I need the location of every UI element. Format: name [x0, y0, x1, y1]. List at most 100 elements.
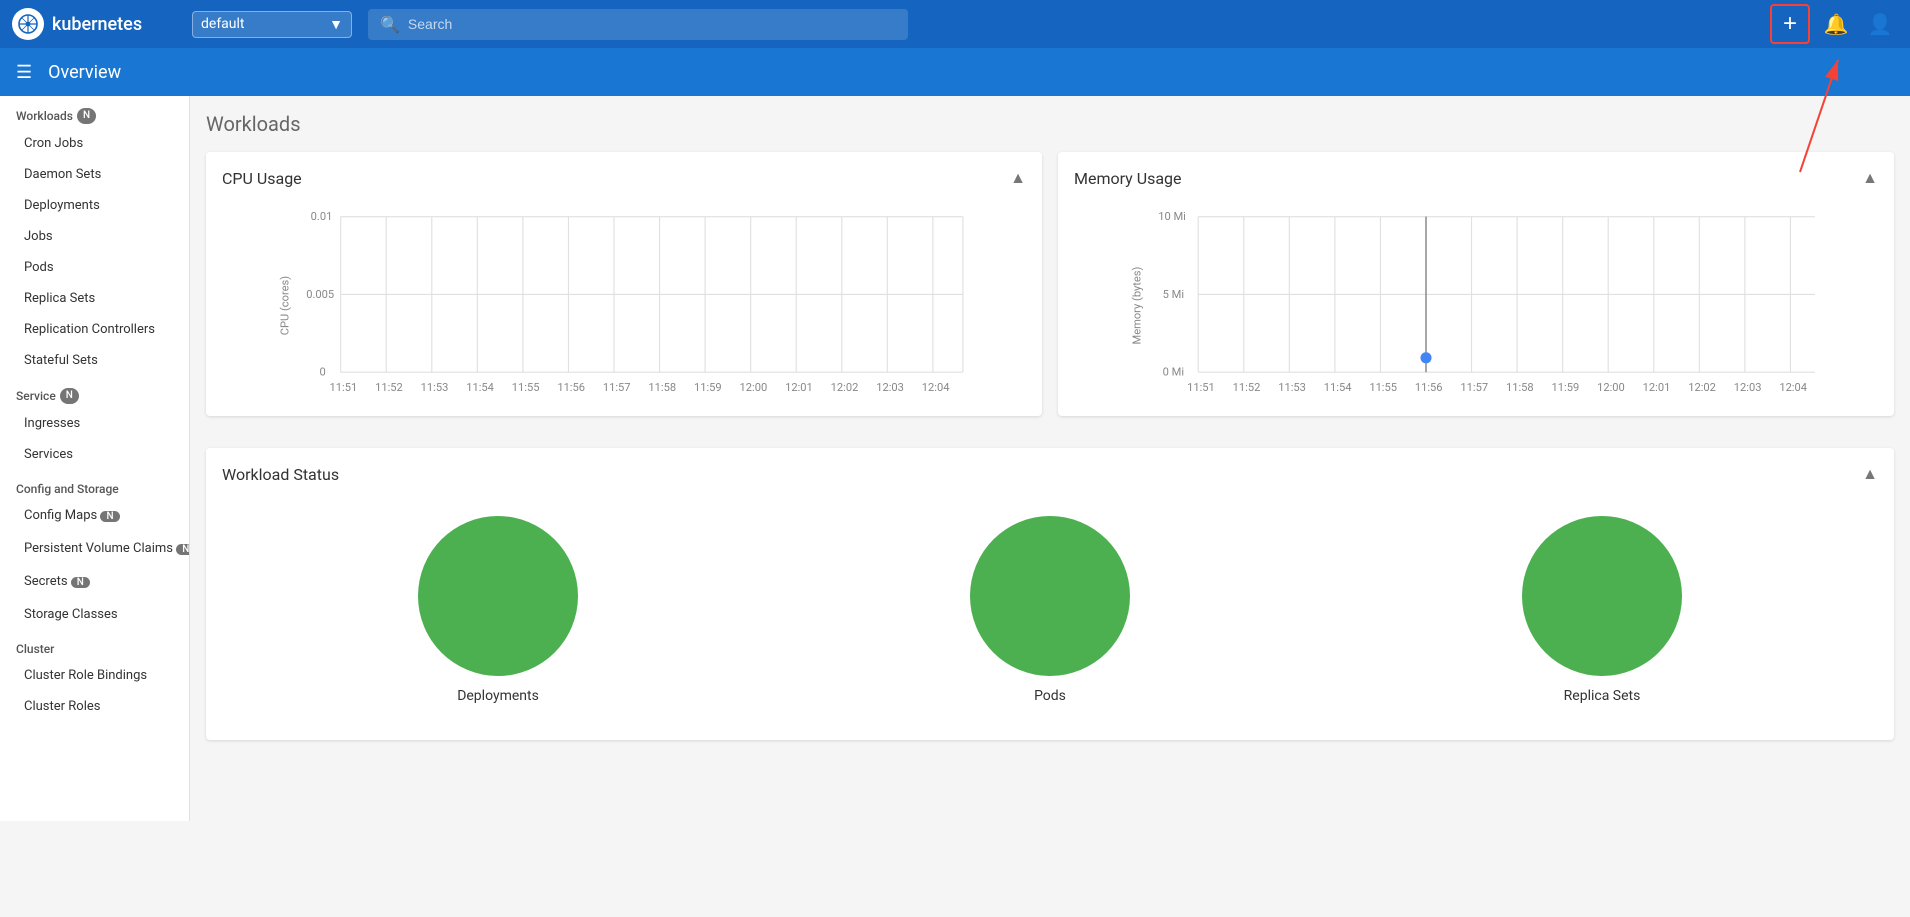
user-button[interactable]: 👤 — [1862, 6, 1898, 42]
app-title: kubernetes — [52, 14, 142, 35]
sidebar: Workloads N Cron Jobs Daemon Sets Deploy… — [0, 96, 190, 821]
workload-status-title: Workload Status — [222, 465, 339, 484]
memory-chart-container: 10 Mi 5 Mi 0 Mi Memory (bytes) — [1074, 200, 1878, 400]
replica-sets-status-label: Replica Sets — [1564, 688, 1641, 704]
sidebar-section-service: Service N — [0, 376, 189, 408]
svg-text:11:56: 11:56 — [1415, 381, 1443, 394]
deployments-status-label: Deployments — [457, 688, 539, 704]
svg-text:CPU (cores): CPU (cores) — [278, 276, 291, 335]
page-title: Overview — [48, 62, 121, 83]
sidebar-item-storage-classes[interactable]: Storage Classes — [0, 599, 189, 630]
svg-text:11:56: 11:56 — [557, 381, 585, 394]
sidebar-item-stateful-sets[interactable]: Stateful Sets — [0, 345, 189, 376]
sidebar-section-workloads: Workloads N — [0, 96, 189, 128]
pods-status-item: Pods — [970, 516, 1130, 704]
svg-text:11:57: 11:57 — [1460, 381, 1488, 394]
svg-text:12:03: 12:03 — [876, 381, 904, 394]
svg-text:0: 0 — [320, 366, 326, 379]
svg-text:11:53: 11:53 — [1278, 381, 1306, 394]
deployments-status-circle — [418, 516, 578, 676]
sidebar-item-persistent-volume-claims[interactable]: Persistent Volume Claims N — [0, 533, 189, 566]
cpu-card-header: CPU Usage ▲ — [222, 168, 1026, 188]
sidebar-item-replication-controllers[interactable]: Replication Controllers — [0, 314, 189, 345]
svg-text:11:54: 11:54 — [466, 381, 494, 394]
sidebar-item-services[interactable]: Services — [0, 439, 189, 470]
sidebar-item-deployments[interactable]: Deployments — [0, 190, 189, 221]
svg-text:12:00: 12:00 — [740, 381, 768, 394]
secrets-badge: N — [71, 577, 90, 588]
svg-text:11:58: 11:58 — [648, 381, 676, 394]
cluster-title: Cluster — [16, 642, 54, 656]
svg-text:11:52: 11:52 — [375, 381, 403, 394]
svg-text:11:59: 11:59 — [1552, 381, 1580, 394]
svg-text:11:51: 11:51 — [330, 381, 358, 394]
workloads-section-title: Workloads — [206, 112, 1894, 136]
status-circles: Deployments Pods Replica Sets — [222, 496, 1878, 724]
replica-sets-status-circle — [1522, 516, 1682, 676]
svg-text:12:04: 12:04 — [1779, 381, 1807, 394]
search-icon: 🔍 — [380, 15, 400, 34]
cpu-collapse-button[interactable]: ▲ — [1010, 168, 1026, 188]
memory-card-header: Memory Usage ▲ — [1074, 168, 1878, 188]
add-button[interactable]: + — [1770, 4, 1810, 44]
workloads-badge: N — [77, 108, 96, 124]
svg-text:12:01: 12:01 — [1643, 381, 1671, 394]
config-storage-title: Config and Storage — [16, 482, 119, 496]
sidebar-item-jobs[interactable]: Jobs — [0, 221, 189, 252]
workloads-title: Workloads — [16, 109, 73, 123]
service-badge: N — [60, 388, 79, 404]
sidebar-section-config-storage: Config and Storage — [0, 470, 189, 500]
pods-status-label: Pods — [1034, 688, 1066, 704]
search-input[interactable] — [408, 16, 896, 32]
config-maps-badge: N — [100, 511, 119, 522]
svg-text:11:54: 11:54 — [1324, 381, 1352, 394]
svg-text:0 Mi: 0 Mi — [1163, 366, 1184, 379]
cpu-card-title: CPU Usage — [222, 169, 302, 188]
memory-usage-card: Memory Usage ▲ 10 Mi 5 Mi 0 Mi Memory (b… — [1058, 152, 1894, 416]
notifications-button[interactable]: 🔔 — [1818, 6, 1854, 42]
svg-text:11:55: 11:55 — [512, 381, 540, 394]
svg-text:11:57: 11:57 — [603, 381, 631, 394]
svg-text:0.005: 0.005 — [306, 288, 334, 301]
namespace-dropdown[interactable]: default ▼ — [192, 11, 352, 38]
sidebar-item-config-maps[interactable]: Config Maps N — [0, 500, 189, 533]
svg-text:12:03: 12:03 — [1734, 381, 1762, 394]
workload-status-collapse-button[interactable]: ▲ — [1862, 464, 1878, 484]
sidebar-item-cluster-roles[interactable]: Cluster Roles — [0, 691, 189, 722]
sidebar-item-cluster-role-bindings[interactable]: Cluster Role Bindings — [0, 660, 189, 691]
sidebar-item-ingresses[interactable]: Ingresses — [0, 408, 189, 439]
sidebar-item-pods[interactable]: Pods — [0, 252, 189, 283]
memory-chart-svg: 10 Mi 5 Mi 0 Mi Memory (bytes) — [1074, 200, 1878, 400]
svg-text:12:01: 12:01 — [785, 381, 813, 394]
svg-text:12:04: 12:04 — [922, 381, 950, 394]
svg-text:11:58: 11:58 — [1506, 381, 1534, 394]
cpu-usage-card: CPU Usage ▲ 0.01 0.005 0 CPU (cores) — [206, 152, 1042, 416]
pods-status-circle — [970, 516, 1130, 676]
service-title: Service — [16, 389, 56, 403]
svg-text:11:55: 11:55 — [1369, 381, 1397, 394]
workload-status-header: Workload Status ▲ — [222, 464, 1878, 484]
sidebar-item-cron-jobs[interactable]: Cron Jobs — [0, 128, 189, 159]
svg-text:11:53: 11:53 — [421, 381, 449, 394]
search-bar[interactable]: 🔍 — [368, 9, 908, 40]
sidebar-section-cluster: Cluster — [0, 630, 189, 660]
logo-area: kubernetes — [12, 8, 192, 40]
svg-text:12:02: 12:02 — [1688, 381, 1716, 394]
svg-text:12:02: 12:02 — [831, 381, 859, 394]
svg-text:5 Mi: 5 Mi — [1163, 288, 1184, 301]
workload-status-card: Workload Status ▲ Deployments Pods Repli… — [206, 448, 1894, 740]
sidebar-item-secrets[interactable]: Secrets N — [0, 566, 189, 599]
sub-header: ☰ Overview — [0, 48, 1910, 96]
svg-text:0.01: 0.01 — [311, 210, 333, 223]
top-nav: kubernetes default ▼ 🔍 + 🔔 👤 — [0, 0, 1910, 48]
sidebar-item-replica-sets[interactable]: Replica Sets — [0, 283, 189, 314]
cpu-chart-svg: 0.01 0.005 0 CPU (cores) — [222, 200, 1026, 400]
sidebar-item-daemon-sets[interactable]: Daemon Sets — [0, 159, 189, 190]
svg-text:Memory (bytes): Memory (bytes) — [1130, 266, 1143, 344]
hamburger-menu-icon[interactable]: ☰ — [16, 62, 32, 83]
svg-text:11:59: 11:59 — [694, 381, 722, 394]
memory-collapse-button[interactable]: ▲ — [1862, 168, 1878, 188]
bell-icon: 🔔 — [1824, 12, 1849, 37]
nav-actions: + 🔔 👤 — [1770, 4, 1898, 44]
charts-row: CPU Usage ▲ 0.01 0.005 0 CPU (cores) — [206, 152, 1894, 432]
